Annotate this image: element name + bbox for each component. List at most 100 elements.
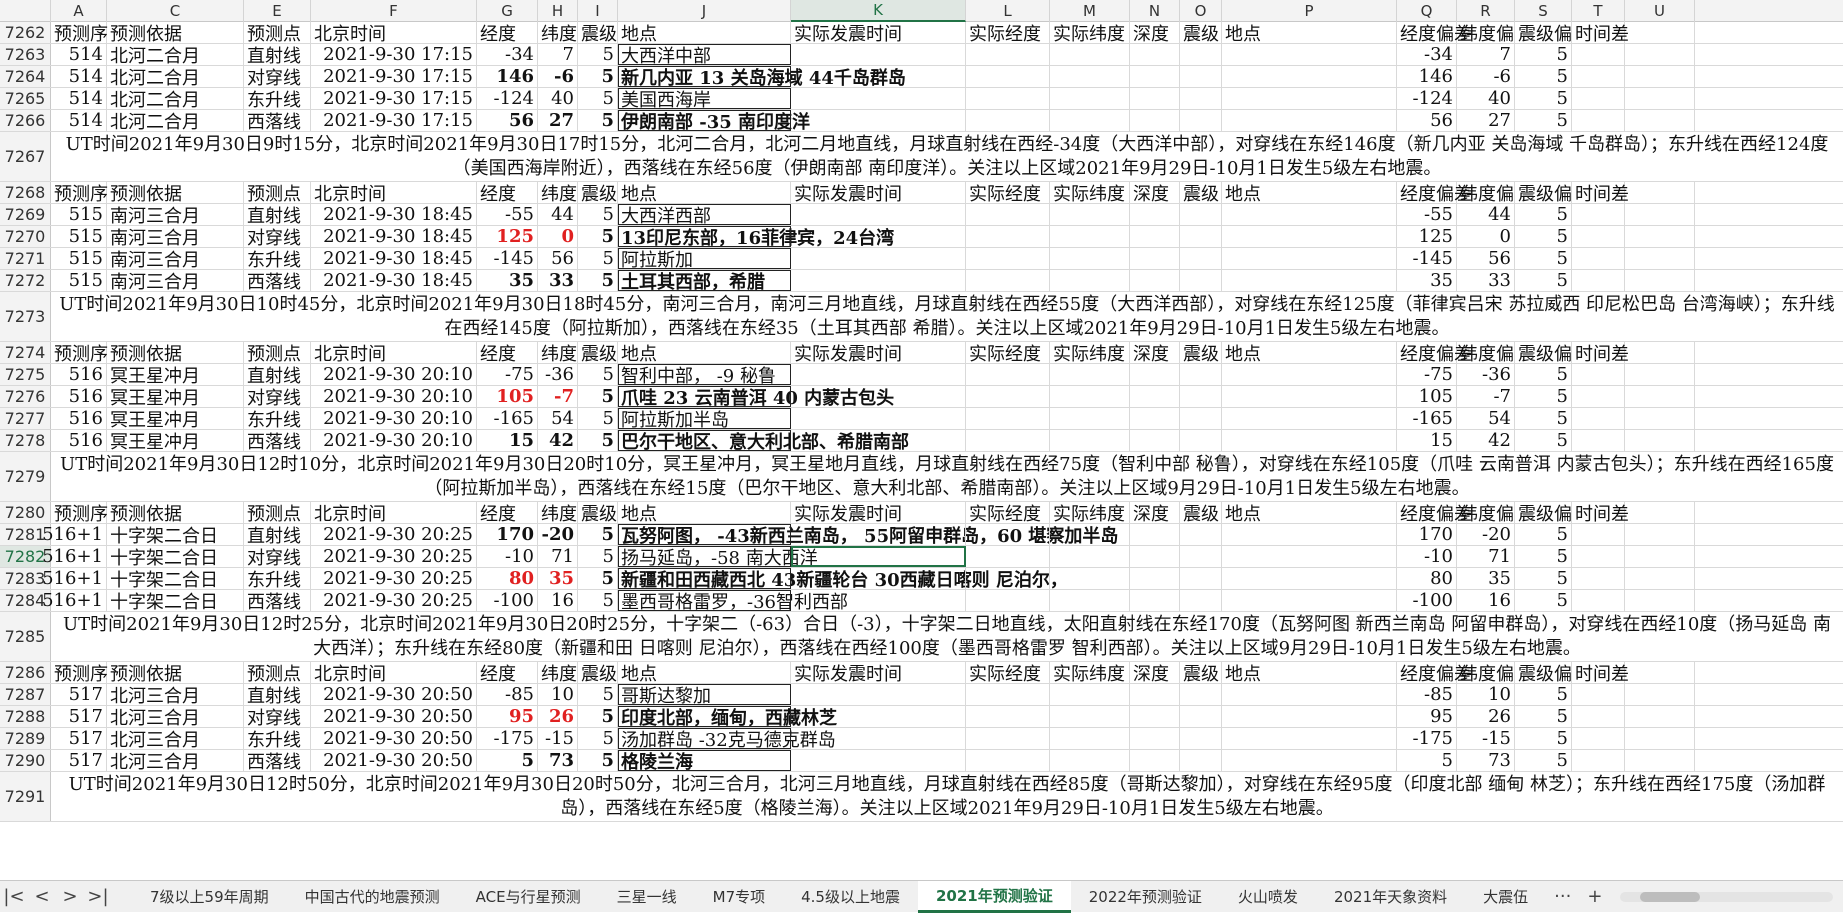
horizontal-scrollbar[interactable]: [1620, 891, 1833, 902]
cell-A[interactable]: 516: [51, 430, 107, 451]
cell-O[interactable]: [1180, 728, 1222, 749]
cell-O[interactable]: [1180, 750, 1222, 771]
cell-M[interactable]: [1050, 524, 1130, 545]
row-number[interactable]: 7277: [0, 408, 51, 429]
cell-K[interactable]: [791, 706, 966, 727]
cell-L[interactable]: [966, 364, 1050, 385]
cell-T[interactable]: [1572, 364, 1625, 385]
cell-T[interactable]: [1572, 110, 1625, 131]
cell-E[interactable]: 对穿线: [244, 386, 311, 409]
cell-H[interactable]: 56: [538, 248, 578, 269]
cell-O[interactable]: [1180, 204, 1222, 225]
cell-R[interactable]: 10: [1457, 684, 1515, 705]
header-cell[interactable]: 经度: [477, 502, 538, 525]
cell-H[interactable]: 35: [538, 568, 578, 589]
last-sheet-icon[interactable]: >|: [84, 886, 112, 907]
cell-R[interactable]: -7: [1457, 386, 1515, 407]
cell-L[interactable]: [966, 386, 1050, 407]
cell-K[interactable]: [791, 408, 966, 429]
cell-U[interactable]: [1625, 386, 1695, 407]
cell-P[interactable]: [1222, 706, 1397, 727]
cell-M[interactable]: [1050, 270, 1130, 291]
cell-C[interactable]: 北河二合月: [107, 88, 244, 111]
cell-N[interactable]: [1130, 590, 1180, 611]
header-cell[interactable]: 纬度: [538, 502, 578, 525]
cell-L[interactable]: [966, 66, 1050, 87]
cell-P[interactable]: [1222, 386, 1397, 407]
header-cell[interactable]: 震级: [1180, 182, 1222, 205]
cell-E[interactable]: 东升线: [244, 408, 311, 431]
cell-Q[interactable]: 35: [1397, 270, 1457, 291]
cell-U[interactable]: [1625, 270, 1695, 291]
cell-S[interactable]: 5: [1515, 44, 1572, 65]
cell-A[interactable]: 514: [51, 110, 107, 131]
note-cell[interactable]: UT时间2021年9月30日12时10分，北京时间2021年9月30日20时10…: [51, 452, 1843, 501]
cell-A[interactable]: 516+1: [42, 546, 107, 567]
cell-S[interactable]: 5: [1515, 204, 1572, 225]
header-cell[interactable]: 经度: [477, 342, 538, 365]
cell-N[interactable]: [1130, 270, 1180, 291]
scroll-thumb[interactable]: [1640, 891, 1701, 902]
cell-U[interactable]: [1625, 590, 1695, 611]
cell-S[interactable]: 5: [1515, 750, 1572, 771]
cell-Q[interactable]: -55: [1397, 204, 1457, 225]
header-cell[interactable]: 震级: [578, 662, 618, 685]
header-cell[interactable]: 实际纬度: [1050, 182, 1130, 205]
header-cell[interactable]: 预测点: [244, 342, 311, 365]
cell-A[interactable]: 516: [51, 364, 107, 385]
cell-G[interactable]: 15: [477, 430, 538, 451]
header-cell[interactable]: 经度: [477, 22, 538, 45]
row-number[interactable]: 7272: [0, 270, 51, 291]
cell-E[interactable]: 西落线: [244, 270, 311, 293]
cell-P[interactable]: [1222, 270, 1397, 291]
cell-U[interactable]: [1625, 430, 1695, 451]
cell-C[interactable]: 北河三合月: [107, 706, 244, 729]
cell-E[interactable]: 直射线: [244, 44, 311, 67]
header-cell[interactable]: 实际发震时间: [791, 662, 966, 685]
cell-N[interactable]: [1130, 524, 1180, 545]
cell-K[interactable]: [791, 524, 966, 545]
row-number[interactable]: 7290: [0, 750, 51, 771]
cell-C[interactable]: 南河三合月: [107, 204, 244, 227]
cell-P[interactable]: [1222, 546, 1397, 567]
cell-O[interactable]: [1180, 590, 1222, 611]
cell-S[interactable]: 5: [1515, 248, 1572, 269]
cell-H[interactable]: 71: [538, 546, 578, 567]
header-cell[interactable]: [1625, 502, 1695, 523]
prev-sheet-icon[interactable]: <: [28, 886, 56, 907]
row-number[interactable]: 7288: [0, 706, 51, 727]
header-cell[interactable]: 地点: [618, 342, 791, 365]
cell-O[interactable]: [1180, 546, 1222, 567]
cell-O[interactable]: [1180, 364, 1222, 385]
cell-P[interactable]: [1222, 684, 1397, 705]
cell-R[interactable]: 40: [1457, 88, 1515, 109]
cell-I[interactable]: 5: [578, 44, 618, 65]
header-cell[interactable]: 北京时间: [311, 22, 477, 45]
cell-N[interactable]: [1130, 66, 1180, 87]
header-cell[interactable]: 实际纬度: [1050, 22, 1130, 45]
cell-I[interactable]: 5: [578, 66, 618, 87]
header-cell[interactable]: 震级: [578, 502, 618, 525]
cell-A[interactable]: 517: [51, 728, 107, 749]
cell-E[interactable]: 对穿线: [244, 706, 311, 729]
cell-Q[interactable]: -165: [1397, 408, 1457, 429]
row-number[interactable]: 7279: [0, 452, 51, 501]
cell-M[interactable]: [1050, 66, 1130, 87]
cell-R[interactable]: -20: [1457, 524, 1515, 545]
cell-H[interactable]: 40: [538, 88, 578, 109]
cell-H[interactable]: -7: [538, 386, 578, 407]
cell-F[interactable]: 2021-9-30 20:25: [311, 590, 477, 611]
cell-I[interactable]: 5: [578, 430, 618, 451]
cell-C[interactable]: 十字架二合日: [107, 590, 244, 613]
header-cell[interactable]: 预测点: [244, 22, 311, 45]
header-cell[interactable]: 纬度: [538, 182, 578, 205]
cell-K[interactable]: [791, 88, 966, 109]
cell-T[interactable]: [1572, 568, 1625, 589]
cell-Q[interactable]: 5: [1397, 750, 1457, 771]
cell-C[interactable]: 北河二合月: [107, 44, 244, 67]
cell-I[interactable]: 5: [578, 270, 618, 291]
cell-R[interactable]: 73: [1457, 750, 1515, 771]
cell-G[interactable]: 170: [477, 524, 538, 545]
cell-C[interactable]: 冥王星冲月: [107, 386, 244, 409]
cell-G[interactable]: -100: [477, 590, 538, 611]
